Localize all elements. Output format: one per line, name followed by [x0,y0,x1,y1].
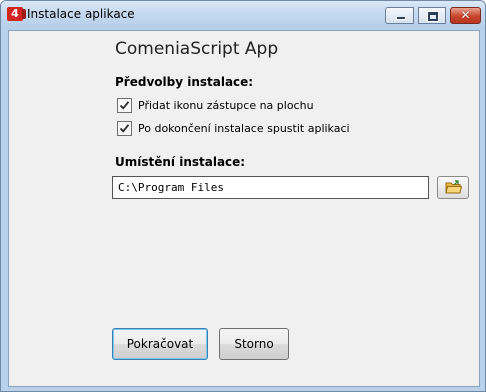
continue-button[interactable]: Pokračovat [112,328,208,360]
maximize-button[interactable] [418,7,446,24]
preferences-heading: Předvolby instalace: [115,75,254,89]
app-name-heading: ComeniaScript App [115,39,279,59]
cancel-button[interactable]: Storno [219,328,289,360]
launch-after-install-label: Po dokončení instalace spustit aplikaci [138,122,350,135]
checkmark-icon [119,101,130,110]
window-title: Instalace aplikace [27,7,135,21]
installer-window: 4 Instalace aplikace ✕ ComeniaScript App… [0,0,486,392]
title-bar[interactable]: 4 Instalace aplikace ✕ [1,1,485,29]
app-icon: 4 [7,7,26,21]
desktop-shortcut-checkbox[interactable] [117,98,132,113]
maximize-icon [427,11,439,22]
desktop-shortcut-label: Přidat ikonu zástupce na plochu [138,99,314,112]
close-button[interactable]: ✕ [450,7,481,24]
launch-after-install-checkbox[interactable] [117,121,132,136]
folder-icon [445,180,462,194]
close-icon: ✕ [460,8,471,22]
minimize-button[interactable] [385,7,414,24]
location-heading: Umístění instalace: [115,155,246,169]
install-path-input[interactable]: C:\Program Files [112,176,429,199]
browse-folder-button[interactable] [437,176,469,199]
minimize-icon [396,17,406,20]
checkmark-icon [119,124,130,133]
client-area: ComeniaScript App Předvolby instalace: P… [8,30,480,387]
